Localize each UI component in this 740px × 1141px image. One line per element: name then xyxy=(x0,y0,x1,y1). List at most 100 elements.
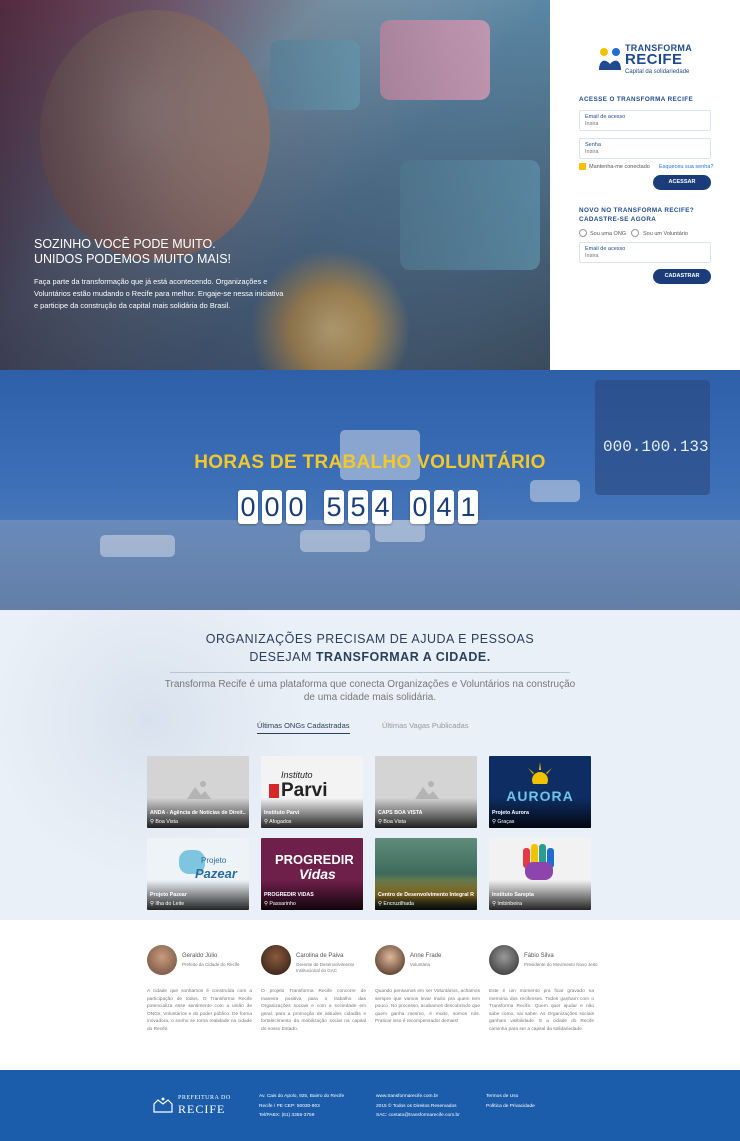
digit: 5 xyxy=(324,490,344,524)
radio-volunteer-label: Sou um Voluntário xyxy=(643,231,688,237)
radio-ong[interactable] xyxy=(579,229,587,237)
login-title: ACESSE O TRANSFORMA RECIFE xyxy=(579,96,694,103)
testimonial-name: Geraldo Júlio xyxy=(182,953,218,959)
tab-latest-ongs[interactable]: Últimas ONGs Cadastradas xyxy=(257,721,350,734)
digit: 0 xyxy=(286,490,306,524)
testimonial-role: Prefeito da Cidade do Recife xyxy=(182,962,240,967)
privacy-link[interactable]: Política de Privacidade xyxy=(486,1102,535,1112)
org-location: ⚲ Passarinho xyxy=(264,901,296,907)
email-input[interactable] xyxy=(585,121,705,127)
org-name: Instituto Parvi xyxy=(264,810,300,816)
testimonial-role: Presidente do Movimento Novo Jeito xyxy=(524,962,598,967)
terms-link[interactable]: Termos de Uso xyxy=(486,1092,535,1102)
hero-text: Faça parte da transformação que já está … xyxy=(34,277,284,310)
email-field[interactable]: Email de acesso xyxy=(579,110,711,131)
counter-sign: 000.100.133 xyxy=(595,380,710,495)
password-field[interactable]: Senha xyxy=(579,138,711,159)
org-name: CAPS BOA VISTA xyxy=(378,810,423,816)
city-crest-icon xyxy=(153,1097,173,1113)
testimonial-role: Gerente de Desenvolvimento Institucional… xyxy=(296,962,355,973)
org-location: ⚲ Ilha do Leite xyxy=(150,901,185,907)
avatar xyxy=(489,945,519,975)
people-logo-icon xyxy=(599,48,621,70)
forgot-password-link[interactable]: Esqueceu sua senha? xyxy=(659,164,713,170)
register-button[interactable]: CADASTRAR xyxy=(653,269,711,284)
footer-address: Av. Cais do Apolo, 925, Bairro do Recife… xyxy=(259,1094,345,1118)
remember-label: Mantenha-me conectado xyxy=(589,164,650,170)
register-title: NOVO NO TRANSFORMA RECIFE? CADASTRE-SE AG… xyxy=(579,207,695,223)
volunteer-hours-section: 000.100.133 HORAS DE TRABALHO VOLUNTÁRIO… xyxy=(0,370,740,610)
register-email-field[interactable]: Email de acesso xyxy=(579,242,711,263)
car xyxy=(300,530,370,552)
street-background xyxy=(0,520,740,610)
radio-volunteer[interactable] xyxy=(631,229,639,237)
org-name: PROGREDIR VIDAS xyxy=(264,892,314,898)
testimonial-text: A cidade que sonhamos é construída com a… xyxy=(147,989,252,1032)
car xyxy=(100,535,175,557)
pazear-logo-a: Projeto xyxy=(201,856,227,865)
org-location: ⚲ Afogados xyxy=(264,819,292,825)
org-card[interactable]: Centro de Desenvolvimento Integral R... … xyxy=(375,838,477,910)
register-email-input[interactable] xyxy=(585,253,705,259)
org-card[interactable]: AURORA Projeto Aurora ⚲ Graças xyxy=(489,756,591,828)
login-panel: TRANSFORMA RECIFE Capital da solidarieda… xyxy=(550,0,740,370)
digit: 1 xyxy=(458,490,478,524)
hours-counter: 0 0 0 5 5 4 0 4 1 xyxy=(238,490,478,524)
digit: 0 xyxy=(410,490,430,524)
digit: 4 xyxy=(434,490,454,524)
org-name: ANDA - Agência de Notícias de Direit... xyxy=(150,810,246,816)
avatar xyxy=(147,945,177,975)
pazear-logo-b: Pazear xyxy=(195,866,237,881)
hero-banner: SOZINHO VOCÊ PODE MUITO. UNIDOS PODEMOS M… xyxy=(0,0,550,370)
digit: 5 xyxy=(348,490,368,524)
org-location: ⚲ Encruzilhada xyxy=(378,901,414,907)
orgs-title: ORGANIZAÇÕES PRECISAM DE AJUDA E PESSOAS… xyxy=(205,632,535,664)
email-label: Email de acesso xyxy=(585,114,626,120)
avatar xyxy=(261,945,291,975)
org-name: Projeto Pazear xyxy=(150,892,187,898)
org-location: ⚲ Boa Vista xyxy=(150,819,178,825)
digit: 0 xyxy=(238,490,258,524)
sun-logo-icon xyxy=(528,762,552,784)
logo-line-2: RECIFE xyxy=(625,51,683,68)
orgs-description: Transforma Recife é uma plataforma que c… xyxy=(164,679,576,703)
org-card[interactable]: Projeto Pazear Projeto Pazear ⚲ Ilha do … xyxy=(147,838,249,910)
org-location: ⚲ Imbiribeira xyxy=(492,901,523,907)
site-link[interactable]: www.transformarecife.com.br xyxy=(376,1092,460,1102)
avatar xyxy=(375,945,405,975)
testimonial-role: Voluntária xyxy=(410,962,431,967)
prefeitura-logo[interactable]: PREFEITURA DO RECIFE xyxy=(152,1094,248,1116)
car xyxy=(530,480,580,502)
image-placeholder-icon xyxy=(187,781,211,799)
recife-label: RECIFE xyxy=(178,1102,226,1116)
org-location: ⚲ Graças xyxy=(492,819,515,825)
testimonial-text: O projeto Transforma Recife concorre de … xyxy=(261,989,366,1032)
login-button[interactable]: ACESSAR xyxy=(653,175,711,190)
testimonials-section: Geraldo Júlio Prefeito da Cidade do Reci… xyxy=(0,920,740,1070)
progredir-logo-a: PROGREDIR xyxy=(275,852,354,867)
testimonial-name: Anne Frade xyxy=(410,953,442,959)
org-card[interactable]: ANDA - Agência de Notícias de Direit... … xyxy=(147,756,249,828)
hero-headline: SOZINHO VOCÊ PODE MUITO. UNIDOS PODEMOS M… xyxy=(34,237,232,266)
org-card[interactable]: Instituto Sarepta ⚲ Imbiribeira xyxy=(489,838,591,910)
register-email-label: Email de acesso xyxy=(585,246,626,252)
colorful-hand-icon xyxy=(523,844,554,880)
testimonial-name: Fábio Silva xyxy=(524,953,554,959)
org-card[interactable]: Instituto Parvi Instituto Parvi ⚲ Afogad… xyxy=(261,756,363,828)
org-card[interactable]: PROGREDIR Vidas PROGREDIR VIDAS ⚲ Passar… xyxy=(261,838,363,910)
sac-email-link[interactable]: contato@transformarecife.com.br xyxy=(389,1113,460,1118)
org-card[interactable]: CAPS BOA VISTA ⚲ Boa Vista xyxy=(375,756,477,828)
digit: 0 xyxy=(262,490,282,524)
transforma-recife-logo[interactable]: TRANSFORMA RECIFE Capital da solidarieda… xyxy=(597,42,717,78)
org-location: ⚲ Boa Vista xyxy=(378,819,406,825)
password-input[interactable] xyxy=(585,149,705,155)
logo-tagline: Capital da solidariedade xyxy=(625,69,690,75)
tab-latest-jobs[interactable]: Últimas Vagas Publicadas xyxy=(382,721,469,730)
image-placeholder-icon xyxy=(415,781,439,799)
password-label: Senha xyxy=(585,142,601,148)
remember-checkbox[interactable] xyxy=(579,163,586,170)
parvi-logo: Instituto xyxy=(281,770,313,780)
digit: 4 xyxy=(372,490,392,524)
footer-contact: www.transformarecife.com.br 2015 © Todos… xyxy=(376,1092,460,1118)
prefeitura-label: PREFEITURA DO xyxy=(178,1095,231,1101)
